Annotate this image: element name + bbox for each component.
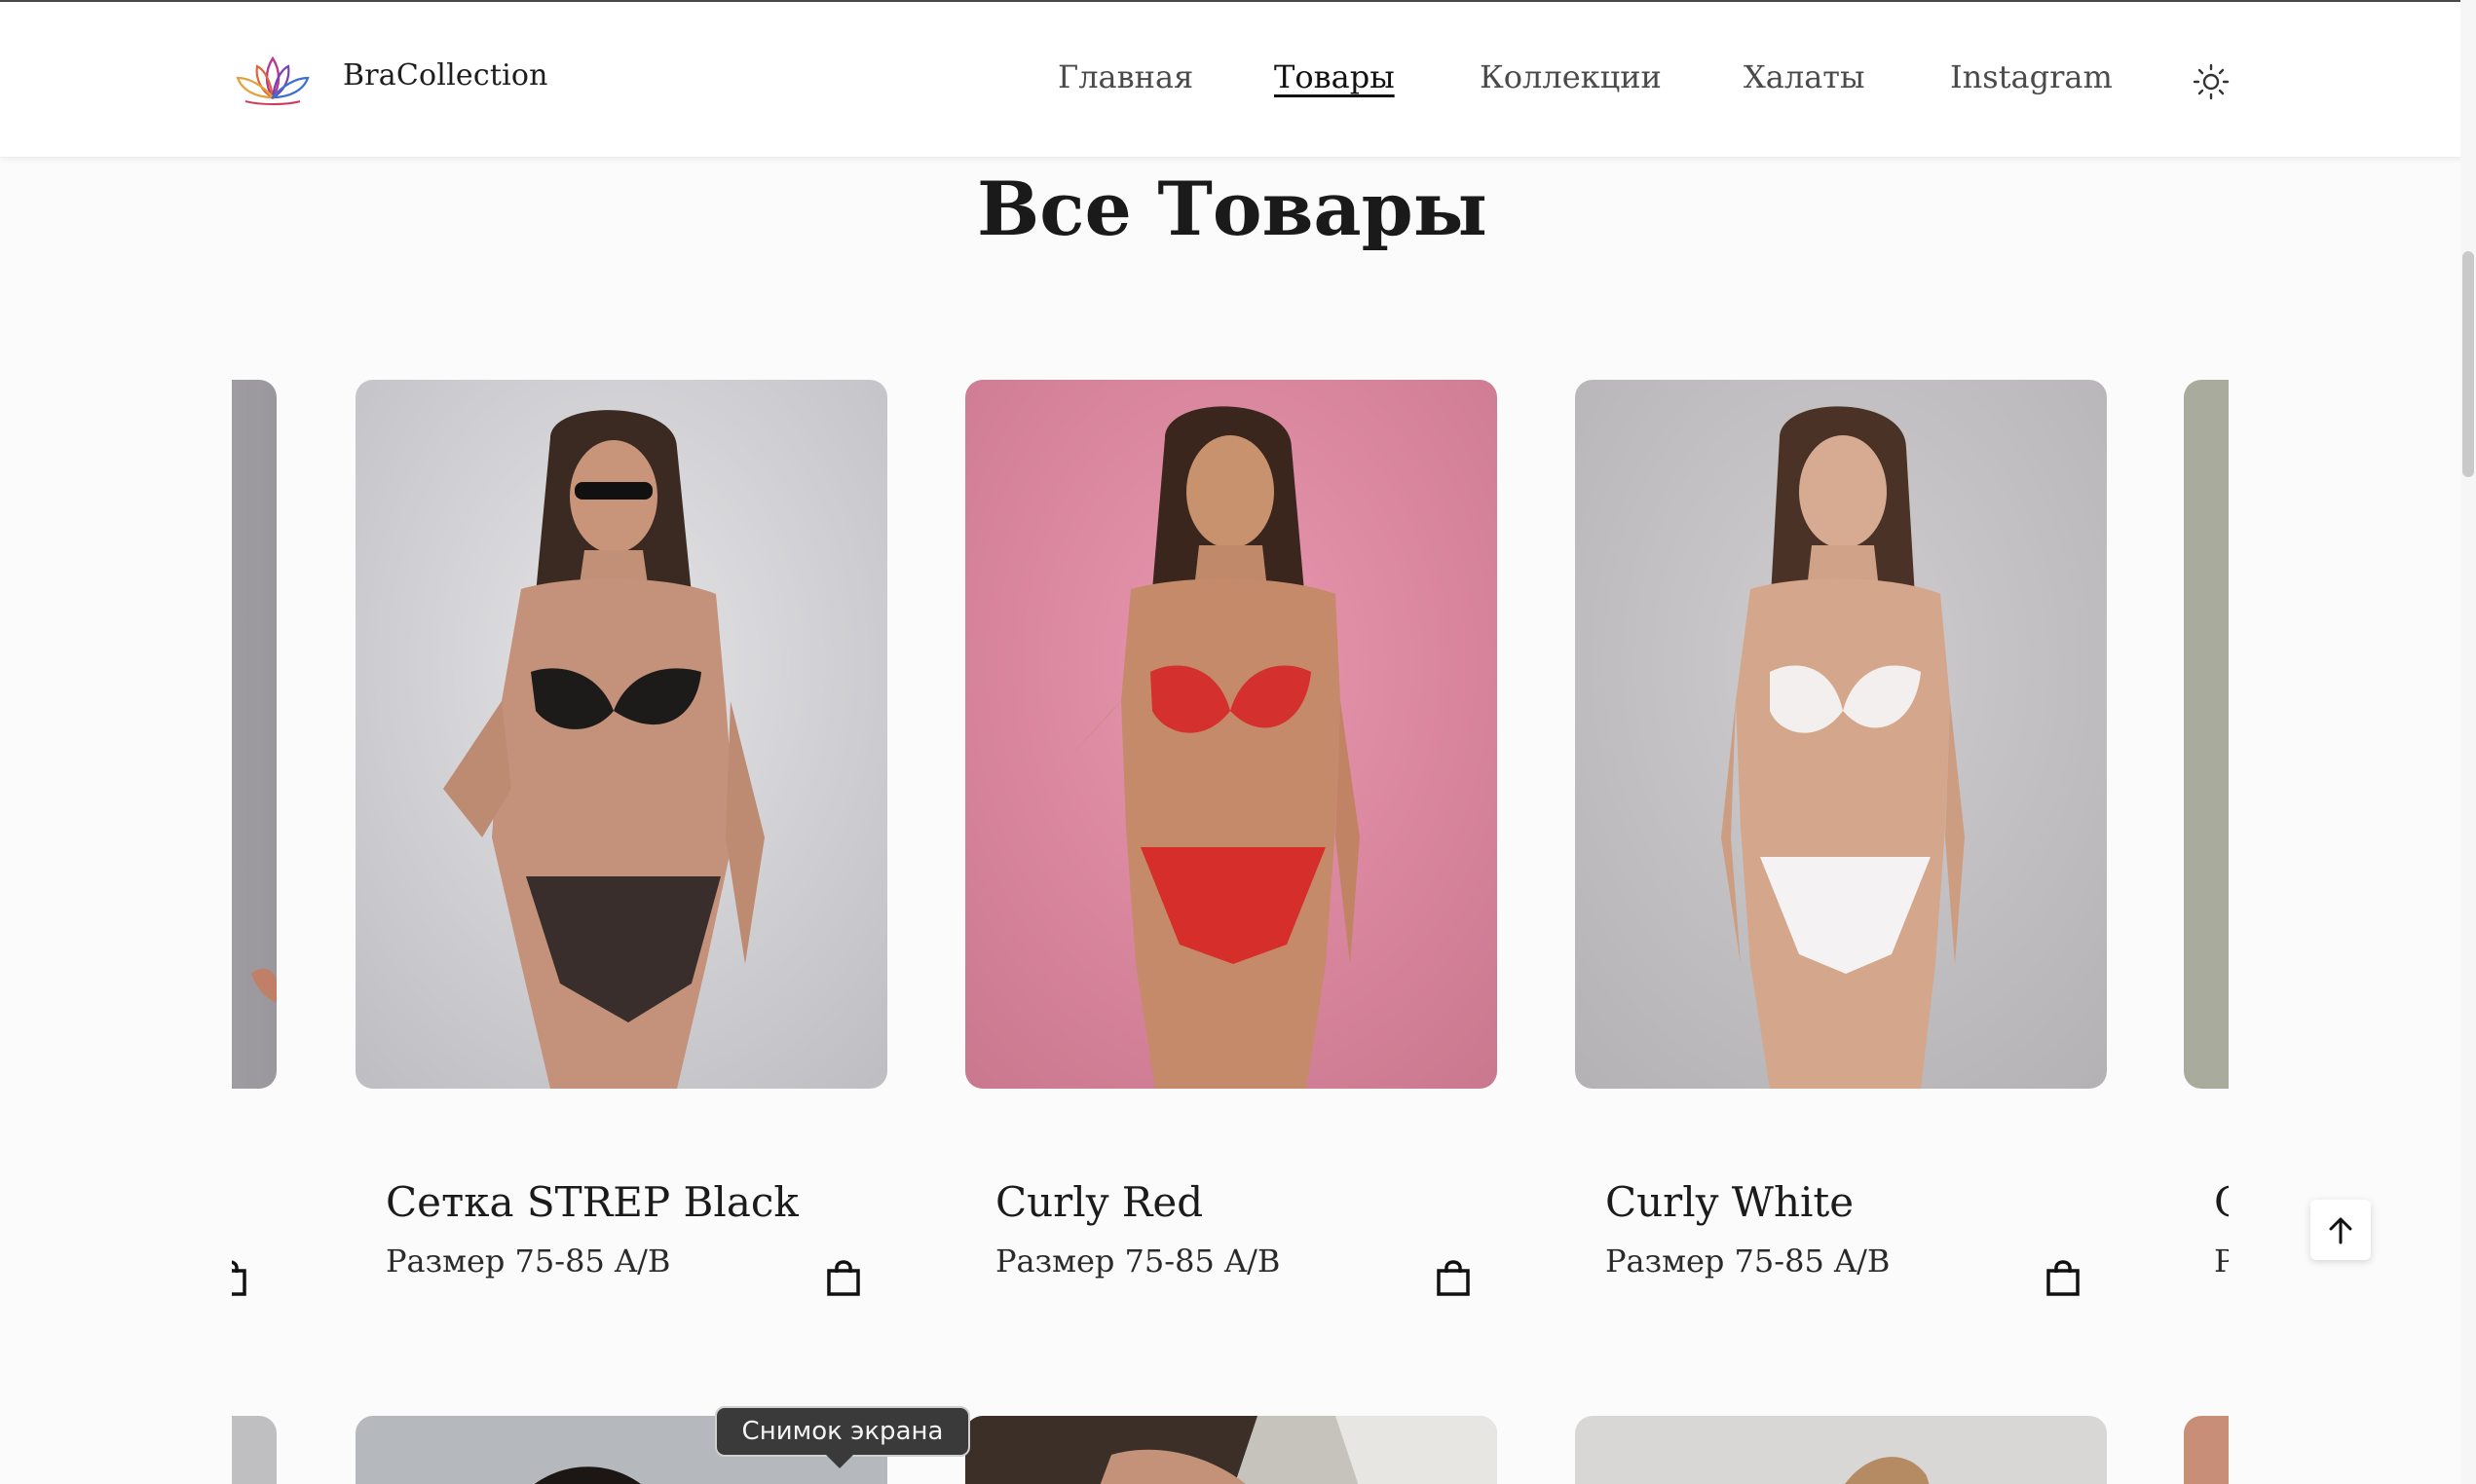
shopping-bag-icon[interactable]: [826, 1258, 861, 1297]
nav-products[interactable]: Товары: [1274, 58, 1395, 107]
screenshot-tooltip: Снимок экрана: [715, 1406, 970, 1457]
product-image-partial-left[interactable]: [232, 380, 277, 1089]
product-image[interactable]: [356, 380, 887, 1089]
product-name-partial[interactable]: C: [2214, 1178, 2229, 1226]
nav-home[interactable]: Главная: [1058, 58, 1193, 107]
product-image[interactable]: [2184, 1416, 2229, 1484]
product-size-partial: P: [2214, 1243, 2229, 1280]
shopping-bag-icon[interactable]: [232, 1258, 247, 1297]
product-size: Размер 75-85 A/B: [995, 1243, 1281, 1280]
nav-instagram[interactable]: Instagram: [1950, 58, 2113, 107]
nav-robes[interactable]: Халаты: [1744, 58, 1864, 107]
product-size: Размер 75-85 A/B: [386, 1243, 671, 1280]
shopping-bag-icon[interactable]: [2045, 1258, 2081, 1297]
product-image[interactable]: [232, 1416, 277, 1484]
product-image[interactable]: [965, 1416, 1497, 1484]
product-name[interactable]: Curly White: [1605, 1178, 1854, 1226]
tooltip-arrow: [826, 1455, 853, 1468]
product-image[interactable]: [965, 380, 1497, 1089]
brand-name[interactable]: BraCollection: [343, 58, 548, 93]
product-image[interactable]: [1575, 380, 2107, 1089]
sun-icon[interactable]: [2192, 62, 2231, 101]
back-to-top-button[interactable]: [2310, 1200, 2371, 1260]
lotus-logo-icon[interactable]: [232, 53, 314, 109]
product-image[interactable]: [1575, 1416, 2107, 1484]
product-name[interactable]: Curly Red: [995, 1178, 1203, 1226]
shopping-bag-icon[interactable]: [1436, 1258, 1471, 1297]
product-carousel: Сетка STREP Black Размер 75-85 A/B Curly…: [232, 370, 2229, 1484]
page-title: Все Товары: [977, 166, 1487, 252]
site-header: BraCollection Главная Товары Коллекции Х…: [0, 2, 2464, 158]
arrow-up-icon: [2329, 1217, 2352, 1244]
nav-collections[interactable]: Коллекции: [1480, 58, 1662, 107]
product-image-partial-right[interactable]: [2184, 380, 2229, 1089]
scrollbar-thumb[interactable]: [2462, 251, 2474, 477]
product-size: Размер 75-85 A/B: [1605, 1243, 1891, 1280]
product-name[interactable]: Сетка STREP Black: [386, 1178, 799, 1226]
